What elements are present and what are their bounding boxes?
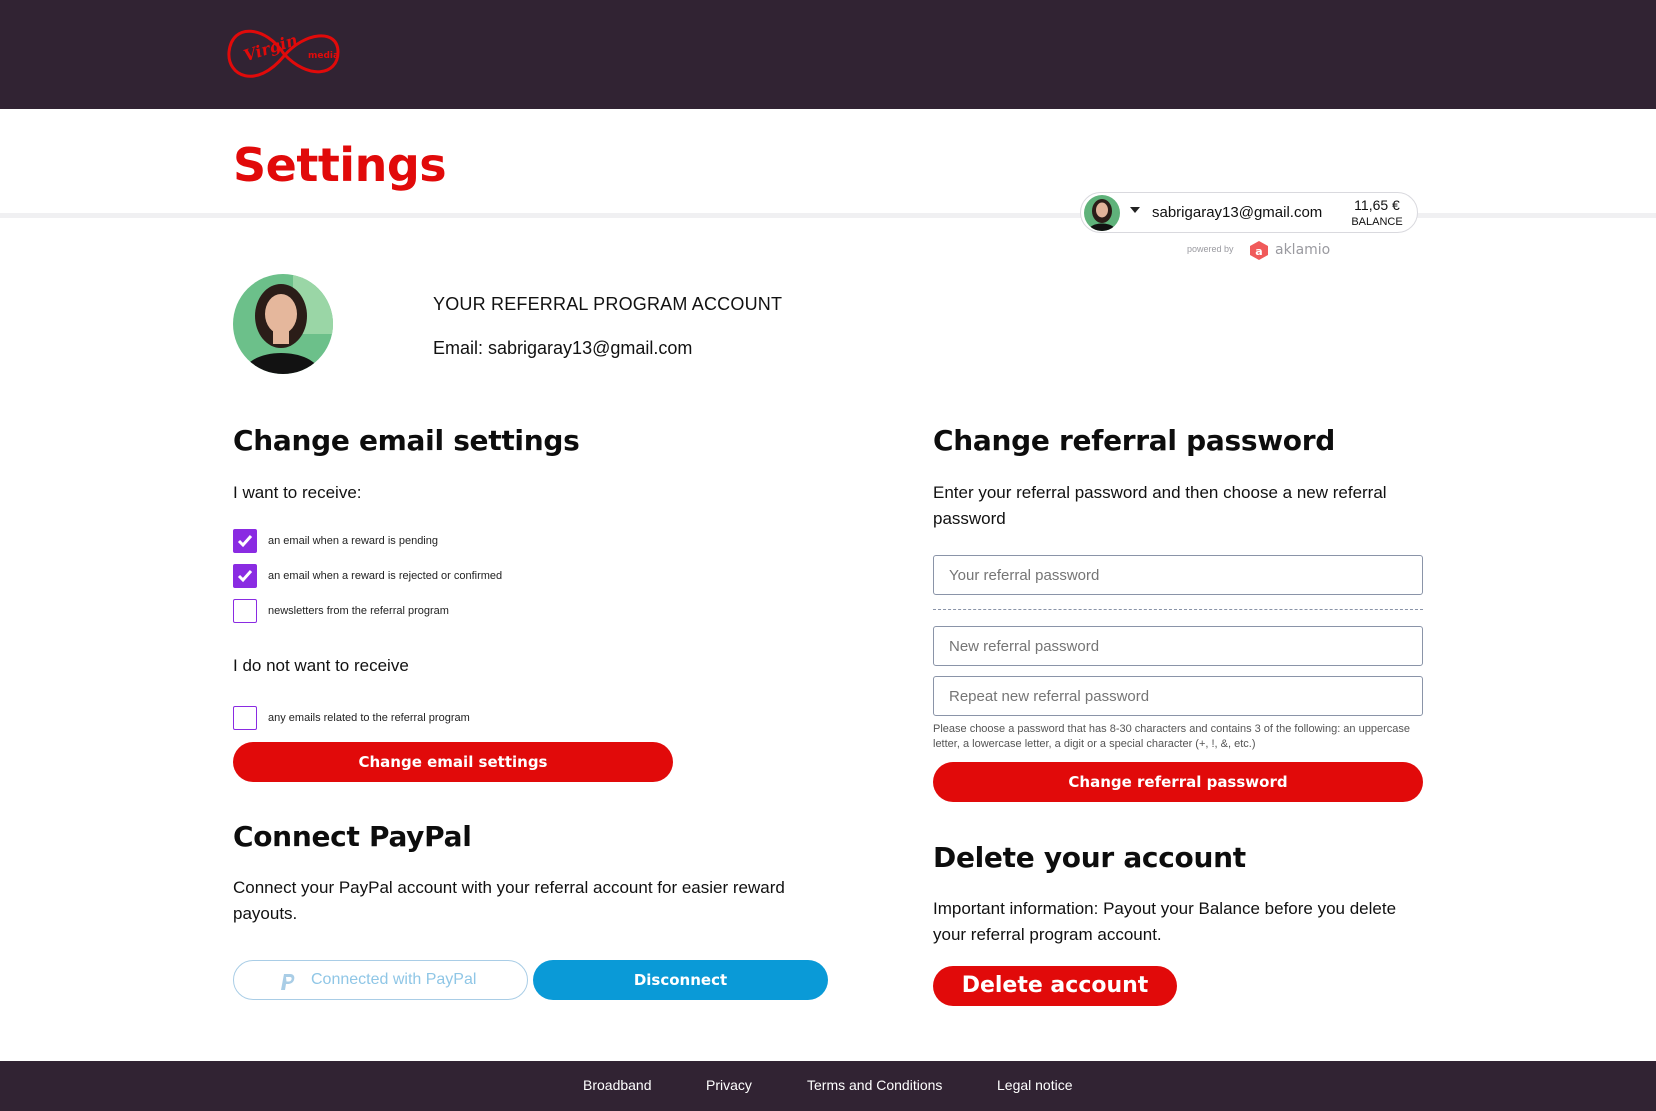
change-password-button[interactable]: Change referral password bbox=[933, 762, 1423, 802]
password-description: Enter your referral password and then ch… bbox=[933, 483, 1387, 528]
virgin-media-logo[interactable]: Virgin media bbox=[226, 18, 342, 90]
aklamio-brand: aklamio bbox=[1275, 242, 1331, 258]
svg-text:media: media bbox=[308, 51, 339, 61]
account-email-line: Email: sabrigaray13@gmail.com bbox=[433, 338, 693, 358]
checkbox-newsletters[interactable] bbox=[233, 599, 257, 623]
balance-label: BALANCE bbox=[1351, 216, 1403, 228]
footer-link-terms[interactable]: Terms and Conditions bbox=[807, 1077, 942, 1093]
profile-avatar bbox=[233, 274, 333, 374]
not-receive-label: I do not want to receive bbox=[233, 656, 409, 675]
option-label: an email when a reward is pending bbox=[268, 535, 438, 547]
account-heading: YOUR REFERRAL PROGRAM ACCOUNT bbox=[433, 294, 783, 314]
change-email-settings-button[interactable]: Change email settings bbox=[233, 742, 673, 782]
avatar bbox=[1084, 195, 1120, 231]
receive-label: I want to receive: bbox=[233, 483, 362, 502]
paypal-icon bbox=[281, 974, 295, 990]
checkbox-reward-pending[interactable] bbox=[233, 529, 257, 553]
paypal-description: Connect your PayPal account with your re… bbox=[233, 878, 785, 923]
password-divider bbox=[933, 609, 1423, 610]
checkmark-icon bbox=[237, 570, 253, 583]
aklamio-logo-icon: a bbox=[1250, 241, 1268, 260]
account-email: sabrigaray13@gmail.com bbox=[1152, 204, 1323, 221]
svg-text:a: a bbox=[1255, 245, 1262, 258]
footer-link-privacy[interactable]: Privacy bbox=[706, 1077, 752, 1093]
password-hint: Please choose a password that has 8-30 c… bbox=[933, 723, 1410, 750]
checkbox-opt-out-all[interactable] bbox=[233, 706, 257, 730]
checkbox-reward-confirmed[interactable] bbox=[233, 564, 257, 588]
delete-account-button[interactable]: Delete account bbox=[933, 966, 1177, 1006]
account-menu[interactable]: sabrigaray13@gmail.com 11,65 € BALANCE bbox=[1080, 192, 1418, 233]
checkmark-icon bbox=[237, 535, 253, 548]
option-label: any emails related to the referral progr… bbox=[268, 712, 470, 724]
new-password-input[interactable] bbox=[933, 626, 1423, 666]
password-title: Change referral password bbox=[933, 424, 1335, 457]
footer-link-legal[interactable]: Legal notice bbox=[997, 1077, 1073, 1093]
page-title: Settings bbox=[233, 138, 447, 192]
paypal-title: Connect PayPal bbox=[233, 820, 472, 853]
disconnect-button[interactable]: Disconnect bbox=[533, 960, 828, 1000]
option-label: an email when a reward is rejected or co… bbox=[268, 570, 503, 582]
powered-by-label: powered by bbox=[1187, 244, 1234, 254]
connected-with-paypal-button[interactable]: Connected with PayPal bbox=[233, 960, 528, 1000]
repeat-password-input[interactable] bbox=[933, 676, 1423, 716]
top-header-bar: Virgin media bbox=[0, 0, 1656, 109]
delete-description: Important information: Payout your Balan… bbox=[933, 899, 1397, 944]
caret-down-icon[interactable] bbox=[1130, 207, 1140, 213]
email-settings-title: Change email settings bbox=[233, 424, 580, 457]
paypal-connected-label: Connected with PayPal bbox=[311, 971, 477, 988]
footer-link-broadband[interactable]: Broadband bbox=[583, 1077, 652, 1093]
option-label: newsletters from the referral program bbox=[268, 605, 449, 617]
balance-amount: 11,65 € bbox=[1354, 197, 1400, 213]
current-password-input[interactable] bbox=[933, 555, 1423, 595]
delete-title: Delete your account bbox=[933, 841, 1246, 874]
